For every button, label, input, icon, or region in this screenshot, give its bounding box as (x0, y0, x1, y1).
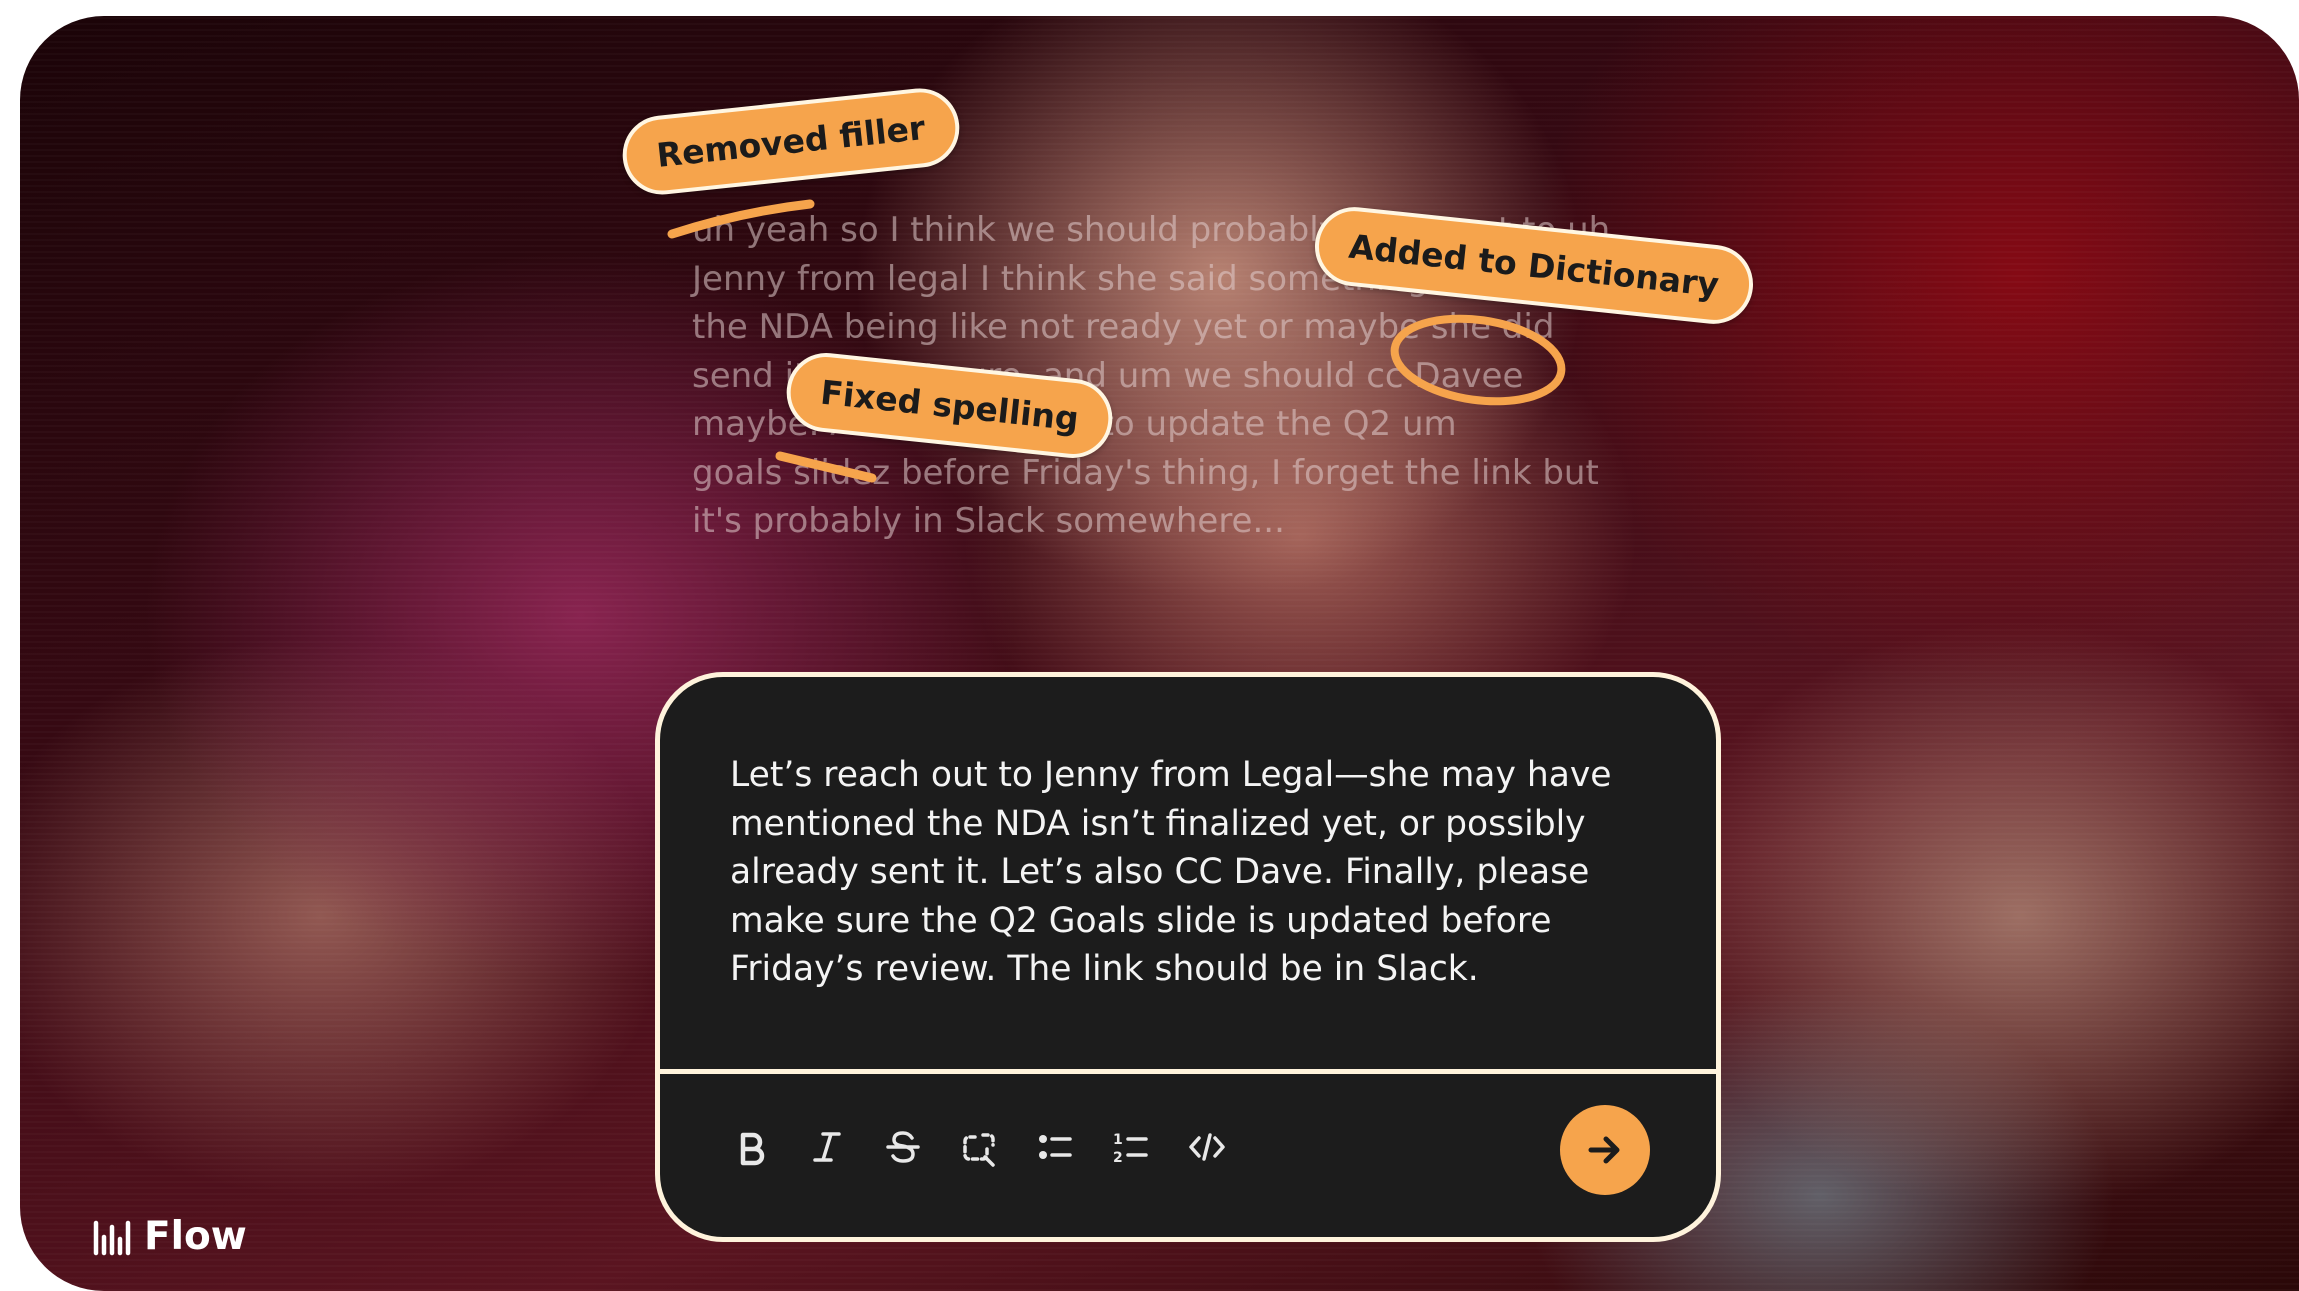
bulleted-list-button[interactable] (1032, 1124, 1078, 1170)
brand-name: Flow (144, 1214, 247, 1259)
background-photo: uh yeah so I think we should probably re… (20, 16, 2299, 1291)
waveform-icon (93, 1220, 131, 1255)
dictionary-circle-mark (1390, 314, 1566, 406)
italic-button[interactable] (804, 1124, 850, 1170)
formatting-toolbar: 1 2 (728, 1117, 1230, 1177)
code-icon (1189, 1133, 1225, 1161)
unlink-button[interactable] (956, 1124, 1002, 1170)
svg-text:1: 1 (1113, 1132, 1123, 1148)
editor-line: make sure the Q2 Goals slide is updated … (730, 900, 1552, 941)
code-button[interactable] (1184, 1124, 1230, 1170)
numbered-list-icon: 1 2 (1113, 1132, 1148, 1166)
editor-divider (660, 1069, 1716, 1074)
message-editor[interactable]: Let’s reach out to Jenny from Legal—she … (655, 672, 1721, 1242)
editor-line: already sent it. Let’s also CC Dave. Fin… (730, 852, 1590, 892)
arrow-right-icon (1588, 1136, 1620, 1164)
filler-strike-mark (667, 199, 815, 239)
editor-content[interactable]: Let’s reach out to Jenny from Legal—she … (730, 751, 1650, 994)
bold-button[interactable] (728, 1124, 774, 1170)
svg-text:2: 2 (1113, 1150, 1123, 1166)
strikethrough-button[interactable] (880, 1124, 926, 1170)
flow-logo: Flow (92, 1214, 247, 1259)
bulleted-list-icon (1039, 1135, 1072, 1159)
editor-line: mentioned the NDA isn’t finalized yet, o… (730, 803, 1586, 844)
bold-icon (740, 1132, 765, 1166)
strikethrough-icon (886, 1131, 920, 1163)
unlink-icon (963, 1133, 995, 1167)
editor-line: Friday’s review. The link should be in S… (730, 949, 1479, 989)
send-button[interactable] (1560, 1105, 1650, 1195)
spelling-strike-mark (775, 451, 877, 483)
numbered-list-button[interactable]: 1 2 (1108, 1124, 1154, 1170)
editor-line: Let’s reach out to Jenny from Legal—she … (730, 755, 1612, 795)
italic-icon (813, 1132, 841, 1162)
